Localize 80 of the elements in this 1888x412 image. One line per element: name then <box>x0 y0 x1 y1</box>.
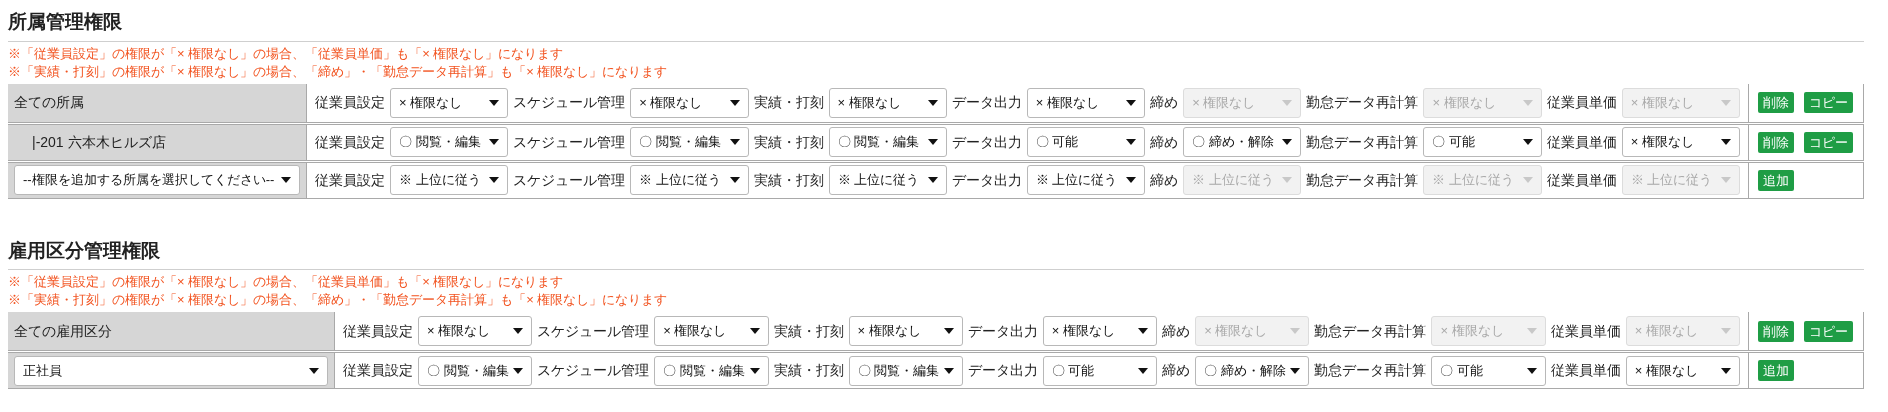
field-label: スケジュール管理 <box>513 132 626 152</box>
dropdown[interactable]: × 権限なし <box>1042 316 1158 346</box>
field-label: スケジュール管理 <box>513 93 626 112</box>
field-label: 従業員設定 <box>315 132 385 152</box>
field-label: 実績・打刻 <box>753 93 824 112</box>
warning-note: ※「従業員設定」の権限が「× 権限なし」の場合、「従業員単価」も「× 権限なし」になります <box>8 273 565 291</box>
dropdown[interactable]: × 権限なし <box>418 316 533 346</box>
field-label: 締め <box>1162 361 1191 380</box>
warning-note: ※「実績・打刻」の権限が「× 権限なし」の場合、「締め」・「勤怠データ再計算」も「× 権限なし」になります <box>8 62 669 81</box>
action-button[interactable]: 削除 <box>1758 92 1794 113</box>
field-label: 従業員単価 <box>1546 132 1617 152</box>
field-label: 従業員設定 <box>343 321 413 341</box>
action-button[interactable]: 削除 <box>1758 131 1794 153</box>
field-label: 従業員設定 <box>315 93 385 112</box>
dropdown[interactable]: × 権限なし <box>848 316 963 346</box>
dropdown[interactable]: 〇 可能 <box>1026 127 1146 157</box>
action-button[interactable]: 追加 <box>1758 360 1794 381</box>
field-label: 従業員単価 <box>1550 361 1621 380</box>
dropdown[interactable]: 〇 締め・解除 <box>1195 355 1310 386</box>
dropdown[interactable]: 〇 閲覧・編集 <box>630 127 749 157</box>
dropdown[interactable]: 〇 閲覧・編集 <box>654 355 769 386</box>
field-label: 締め <box>1150 93 1179 112</box>
dropdown[interactable]: ※ 上位に従う <box>1026 165 1146 195</box>
field-label: 実績・打刻 <box>773 321 844 341</box>
dropdown[interactable]: 〇 閲覧・編集 <box>828 127 947 157</box>
dropdown[interactable]: --権限を追加する所属を選択してください-- <box>14 165 300 195</box>
dropdown[interactable]: ※ 上位に従う <box>828 165 947 195</box>
dropdown[interactable]: 〇 閲覧・編集 <box>418 355 533 386</box>
row-heading: |-201 六本木ヒルズ店 <box>31 132 166 152</box>
field-label: 締め <box>1150 132 1179 152</box>
field-label: スケジュール管理 <box>513 170 626 190</box>
field-label: 勤怠データ再計算 <box>1306 132 1419 152</box>
field-label: 実績・打刻 <box>773 361 844 380</box>
field-label: データ出力 <box>951 132 1022 152</box>
dropdown[interactable]: 〇 可能 <box>1423 127 1542 157</box>
field-label: データ出力 <box>967 321 1038 341</box>
dropdown[interactable]: 〇 閲覧・編集 <box>848 355 963 386</box>
row-heading: 全ての所属 <box>14 93 84 112</box>
field-label: 従業員設定 <box>315 170 385 190</box>
field-label: 締め <box>1162 321 1191 341</box>
field-label: 従業員単価 <box>1546 93 1617 112</box>
field-label: 勤怠データ再計算 <box>1306 93 1419 112</box>
dropdown[interactable]: × 権限なし <box>390 87 509 118</box>
action-button[interactable]: 追加 <box>1758 169 1794 191</box>
dropdown[interactable]: × 権限なし <box>1026 87 1146 118</box>
field-label: 実績・打刻 <box>753 170 824 190</box>
warning-note: ※「従業員設定」の権限が「× 権限なし」の場合、「従業員単価」も「× 権限なし」になります <box>8 44 565 63</box>
dropdown[interactable]: ※ 上位に従う <box>390 165 509 195</box>
row-heading: 全ての雇用区分 <box>14 321 112 341</box>
action-button[interactable]: コピー <box>1804 131 1853 153</box>
dropdown[interactable]: 〇 閲覧・編集 <box>390 127 509 157</box>
dropdown[interactable]: 〇 可能 <box>1042 355 1158 386</box>
dropdown[interactable]: × 権限なし <box>630 87 749 118</box>
field-label: データ出力 <box>951 93 1022 112</box>
dropdown[interactable]: × 権限なし <box>1621 127 1740 157</box>
action-button[interactable]: コピー <box>1804 320 1853 342</box>
field-label: 従業員単価 <box>1550 321 1621 341</box>
warning-note: ※「実績・打刻」の権限が「× 権限なし」の場合、「締め」・「勤怠データ再計算」も「× 権限なし」になります <box>8 291 669 309</box>
field-label: データ出力 <box>951 170 1022 190</box>
field-label: 従業員単価 <box>1546 170 1617 190</box>
field-label: 従業員設定 <box>343 361 413 380</box>
field-label: スケジュール管理 <box>537 361 650 380</box>
action-button[interactable]: 削除 <box>1758 320 1794 342</box>
section-title: 雇用区分管理権限 <box>8 236 1864 270</box>
dropdown[interactable]: × 権限なし <box>1625 355 1740 386</box>
action-button[interactable]: コピー <box>1804 92 1853 113</box>
dropdown[interactable]: × 権限なし <box>828 87 947 118</box>
dropdown[interactable]: 正社員 <box>14 355 328 386</box>
field-label: スケジュール管理 <box>537 321 650 341</box>
field-label: 実績・打刻 <box>753 132 824 152</box>
dropdown[interactable]: × 権限なし <box>654 316 769 346</box>
section-title: 所属管理権限 <box>8 8 1864 42</box>
field-label: 勤怠データ再計算 <box>1314 361 1427 380</box>
dropdown[interactable]: ※ 上位に従う <box>630 165 749 195</box>
field-label: 勤怠データ再計算 <box>1306 170 1419 190</box>
field-label: 勤怠データ再計算 <box>1314 321 1427 341</box>
field-label: データ出力 <box>967 361 1038 380</box>
dropdown[interactable]: 〇 締め・解除 <box>1183 127 1302 157</box>
dropdown[interactable]: 〇 可能 <box>1431 355 1546 386</box>
field-label: 締め <box>1150 170 1179 190</box>
